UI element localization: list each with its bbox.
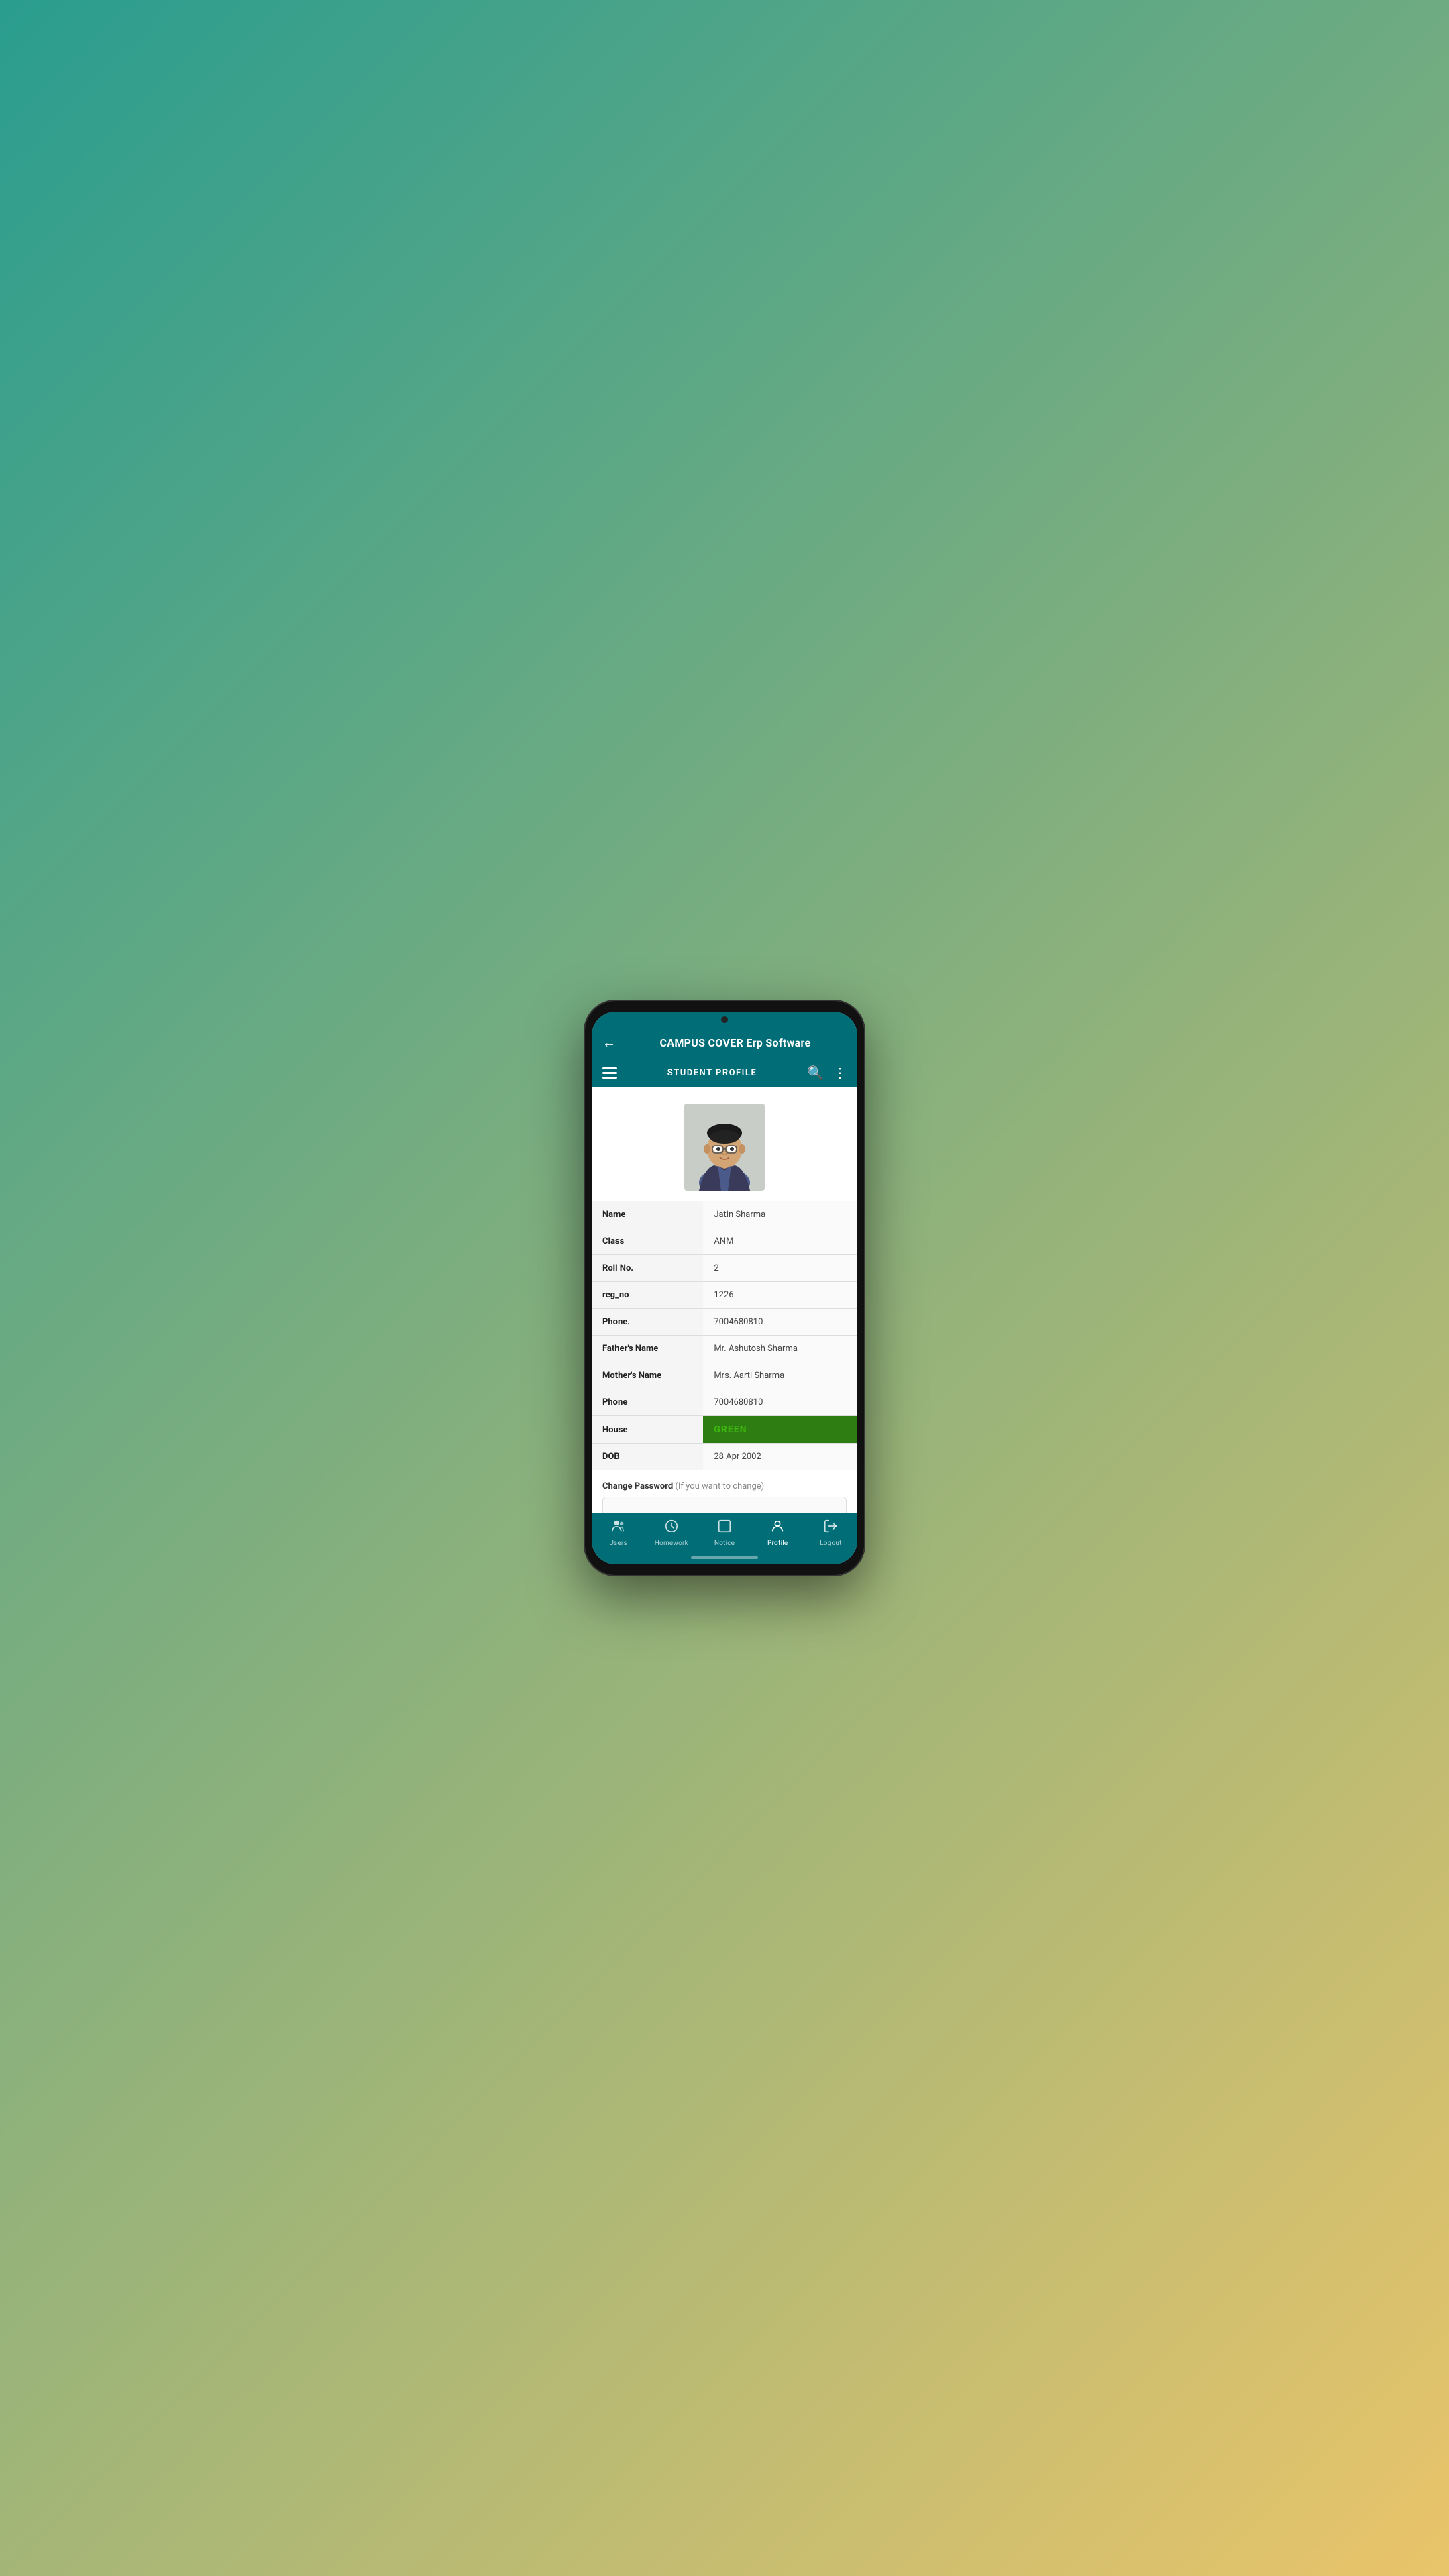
- camera-dot: [721, 1016, 728, 1023]
- top-bar: ← CAMPUS COVER Erp Software: [592, 1028, 857, 1058]
- row-house: House GREEN: [592, 1416, 857, 1444]
- navigation-bar: STUDENT PROFILE 🔍 ⋮: [592, 1058, 857, 1087]
- house-value: GREEN: [703, 1416, 857, 1444]
- app-title: CAMPUS COVER Erp Software: [624, 1036, 847, 1049]
- mother-label: Mother's Name: [592, 1362, 703, 1389]
- logout-icon: [823, 1519, 838, 1537]
- row-phone: Phone. 7004680810: [592, 1309, 857, 1336]
- page-title: STUDENT PROFILE: [667, 1068, 757, 1078]
- change-password-section: Change Password (If you want to change): [592, 1470, 857, 1513]
- name-label: Name: [592, 1201, 703, 1228]
- phone-value: 7004680810: [703, 1309, 857, 1336]
- content-area[interactable]: Name Jatin Sharma Class ANM Roll No. 2 r…: [592, 1087, 857, 1513]
- status-bar: [592, 1012, 857, 1028]
- profile-icon: [770, 1519, 785, 1537]
- profile-photo-section: [592, 1087, 857, 1201]
- notice-icon: [717, 1519, 732, 1537]
- nav-item-homework[interactable]: Homework: [645, 1513, 698, 1551]
- users-icon: [611, 1519, 626, 1537]
- nav-item-users[interactable]: Users: [592, 1513, 645, 1551]
- class-label: Class: [592, 1228, 703, 1255]
- row-phone2: Phone 7004680810: [592, 1389, 857, 1416]
- mother-value: Mrs. Aarti Sharma: [703, 1362, 857, 1389]
- father-value: Mr. Ashutosh Sharma: [703, 1336, 857, 1362]
- homework-label: Homework: [655, 1540, 688, 1547]
- phone-frame: ← CAMPUS COVER Erp Software STUDENT PROF…: [584, 1000, 865, 1576]
- row-name: Name Jatin Sharma: [592, 1201, 857, 1228]
- hamburger-line-2: [602, 1072, 617, 1074]
- profile-photo: [684, 1104, 765, 1191]
- nav-item-notice[interactable]: Notice: [698, 1513, 751, 1551]
- phone2-label: Phone: [592, 1389, 703, 1416]
- reg-value: 1226: [703, 1282, 857, 1309]
- search-icon[interactable]: 🔍: [807, 1065, 824, 1081]
- roll-value: 2: [703, 1255, 857, 1282]
- users-label: Users: [609, 1540, 627, 1547]
- name-value: Jatin Sharma: [703, 1201, 857, 1228]
- back-button[interactable]: ←: [602, 1034, 616, 1051]
- row-mother: Mother's Name Mrs. Aarti Sharma: [592, 1362, 857, 1389]
- notice-label: Notice: [714, 1540, 735, 1547]
- bottom-navigation: Users Homework: [592, 1513, 857, 1551]
- more-options-icon[interactable]: ⋮: [833, 1065, 847, 1081]
- profile-label: Profile: [767, 1540, 788, 1547]
- phone-screen: ← CAMPUS COVER Erp Software STUDENT PROF…: [592, 1012, 857, 1564]
- row-roll: Roll No. 2: [592, 1255, 857, 1282]
- roll-label: Roll No.: [592, 1255, 703, 1282]
- dob-value: 28 Apr 2002: [703, 1444, 857, 1470]
- hamburger-menu[interactable]: [602, 1067, 617, 1079]
- class-value: ANM: [703, 1228, 857, 1255]
- phone2-value: 7004680810: [703, 1389, 857, 1416]
- logout-label: Logout: [820, 1540, 841, 1547]
- student-info-table: Name Jatin Sharma Class ANM Roll No. 2 r…: [592, 1201, 857, 1470]
- nav-icons: 🔍 ⋮: [807, 1065, 847, 1081]
- hamburger-line-1: [602, 1067, 617, 1069]
- nav-item-profile[interactable]: Profile: [751, 1513, 804, 1551]
- hamburger-line-3: [602, 1077, 617, 1079]
- row-father: Father's Name Mr. Ashutosh Sharma: [592, 1336, 857, 1362]
- row-dob: DOB 28 Apr 2002: [592, 1444, 857, 1470]
- row-class: Class ANM: [592, 1228, 857, 1255]
- change-password-hint: (If you want to change): [675, 1481, 764, 1491]
- home-indicator-bar: [691, 1556, 758, 1559]
- father-label: Father's Name: [592, 1336, 703, 1362]
- homework-icon: [664, 1519, 679, 1537]
- nav-item-logout[interactable]: Logout: [804, 1513, 857, 1551]
- reg-label: reg_no: [592, 1282, 703, 1309]
- house-label: House: [592, 1416, 703, 1444]
- change-password-label: Change Password (If you want to change): [602, 1481, 847, 1491]
- phone-label: Phone.: [592, 1309, 703, 1336]
- row-reg: reg_no 1226: [592, 1282, 857, 1309]
- dob-label: DOB: [592, 1444, 703, 1470]
- home-indicator: [592, 1551, 857, 1564]
- change-password-input[interactable]: [602, 1497, 847, 1513]
